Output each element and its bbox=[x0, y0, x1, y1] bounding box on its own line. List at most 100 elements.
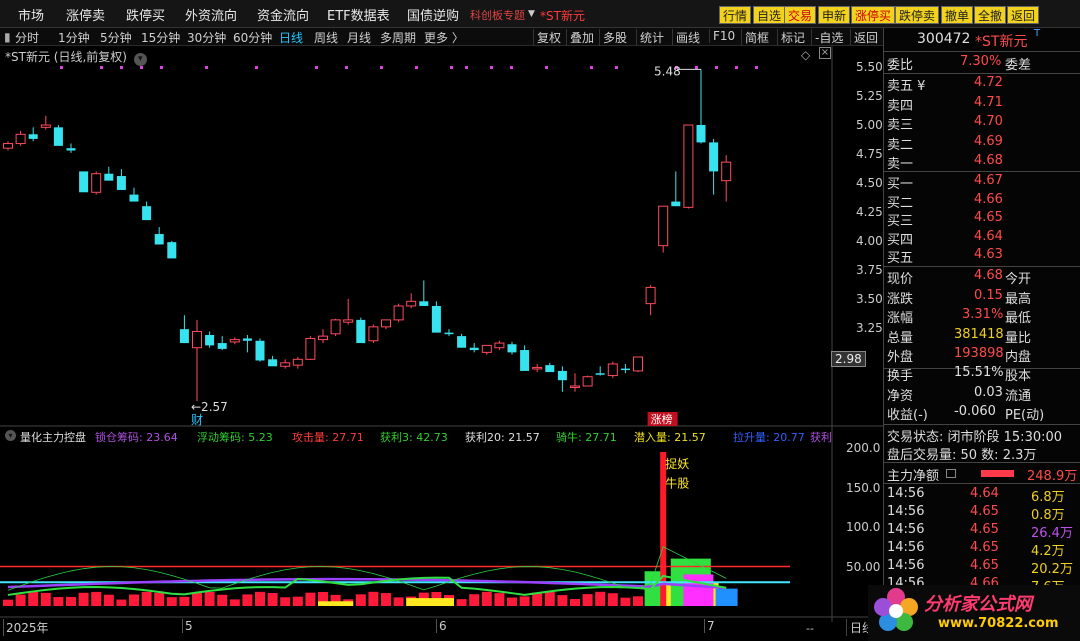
candle-body bbox=[91, 173, 102, 193]
sell-level-price-0[interactable]: 4.72 bbox=[974, 75, 1003, 90]
candle-body bbox=[40, 124, 51, 128]
signal-marker bbox=[315, 66, 318, 69]
quote-label-0: 现价 bbox=[887, 272, 914, 287]
menu-foreign-flow[interactable]: 外资流向 bbox=[185, 5, 237, 24]
ind-bar bbox=[355, 594, 366, 606]
tool-button-9[interactable]: 返回 bbox=[850, 29, 878, 46]
sell-level-price-2[interactable]: 4.70 bbox=[974, 114, 1003, 129]
flow-bar bbox=[981, 470, 1014, 477]
candle-body bbox=[570, 385, 580, 388]
period-tab-9[interactable]: 多周期 bbox=[380, 29, 416, 46]
scroll-left-icon[interactable]: -- bbox=[806, 622, 814, 635]
capture-label: 捉妖 bbox=[665, 456, 689, 471]
quick-button-5[interactable]: 跌停卖 bbox=[895, 6, 940, 24]
candle-body bbox=[469, 347, 479, 351]
price-tick-7: 3.75 bbox=[856, 263, 883, 277]
buy-level-price-2[interactable]: 4.65 bbox=[974, 210, 1003, 225]
chart-area[interactable]: 5.48 ←2.57财 涨榜捉妖牛股 bbox=[0, 46, 883, 640]
menu-capital-flow[interactable]: 资金流向 bbox=[257, 5, 309, 24]
price-tick-0: 5.50 bbox=[856, 60, 883, 74]
dropdown-arrow-icon[interactable]: ▼ bbox=[528, 9, 535, 19]
ind-bar bbox=[229, 599, 240, 606]
quick-button-1[interactable]: 自选 bbox=[753, 6, 786, 24]
quick-button-7[interactable]: 全撤 bbox=[974, 6, 1007, 24]
buy-level-price-3[interactable]: 4.64 bbox=[974, 229, 1003, 244]
period-tab-3[interactable]: 15分钟 bbox=[141, 29, 180, 46]
tool-button-3[interactable]: 统计 bbox=[636, 29, 664, 46]
wb-value: 7.30% bbox=[960, 54, 1002, 69]
indicator-item-6: 潜入量: 21.57 bbox=[634, 431, 706, 444]
quick-button-8[interactable]: 返回 bbox=[1007, 6, 1040, 24]
alert-stock[interactable]: *ST新元 bbox=[540, 7, 585, 24]
tool-button-5[interactable]: F10 bbox=[709, 29, 735, 43]
alert-label[interactable]: 科创板专题 bbox=[470, 7, 525, 23]
period-tab-7[interactable]: 周线 bbox=[314, 29, 338, 46]
period-tab-8[interactable]: 月线 bbox=[347, 29, 371, 46]
stock-code: 300472 bbox=[917, 31, 971, 47]
sell-level-price-4[interactable]: 4.68 bbox=[974, 153, 1003, 168]
candle-body bbox=[494, 342, 505, 349]
ind-magenta-block bbox=[683, 574, 714, 606]
quick-button-2[interactable]: 交易 bbox=[784, 6, 817, 24]
ind-bar bbox=[28, 591, 39, 606]
menu-limit-down-buy[interactable]: 跌停买 bbox=[126, 5, 165, 24]
period-tab-2[interactable]: 5分钟 bbox=[100, 29, 132, 46]
divider bbox=[884, 171, 1080, 172]
candle-body bbox=[15, 133, 26, 145]
tool-button-1[interactable]: 叠加 bbox=[566, 29, 594, 46]
period-tab-1[interactable]: 1分钟 bbox=[58, 29, 90, 46]
tool-button-4[interactable]: 画线 bbox=[672, 29, 700, 46]
period-tab-10[interactable]: 更多 〉 bbox=[424, 29, 464, 46]
sell-level-price-3[interactable]: 4.69 bbox=[974, 134, 1003, 149]
menu-reverse-repo[interactable]: 国债逆购 bbox=[407, 5, 459, 24]
candle-body bbox=[557, 370, 567, 381]
indicator-toggle-icon[interactable]: ▾ bbox=[5, 428, 16, 441]
buy-level-price-4[interactable]: 4.63 bbox=[974, 247, 1003, 262]
quick-button-6[interactable]: 撤单 bbox=[941, 6, 974, 24]
candle-body bbox=[419, 301, 429, 306]
ind-bar bbox=[267, 592, 278, 606]
candle-body bbox=[444, 332, 454, 335]
signal-marker bbox=[510, 66, 513, 69]
tool-button-6[interactable]: 简框 bbox=[741, 29, 769, 46]
ind-tick-0: 200.0 bbox=[846, 441, 881, 455]
grid-icon[interactable]: ▮ bbox=[4, 30, 11, 44]
indicator-item-2: 攻击量: 27.71 bbox=[292, 431, 364, 444]
menu-limit-up-sell[interactable]: 涨停卖 bbox=[66, 5, 105, 24]
tool-button-7[interactable]: 标记 bbox=[777, 29, 805, 46]
price-tick-4: 4.50 bbox=[856, 176, 883, 190]
signal-marker bbox=[615, 66, 618, 69]
tool-button-8[interactable]: -自选 bbox=[811, 29, 843, 46]
list-icon[interactable] bbox=[946, 469, 956, 478]
finance-label: 财 bbox=[191, 413, 203, 427]
tick-time-3: 14:56 bbox=[887, 540, 925, 555]
menu-market[interactable]: 市场 bbox=[18, 5, 44, 24]
quick-button-4[interactable]: 涨停买 bbox=[851, 6, 896, 24]
candle-body bbox=[520, 350, 530, 371]
candle-body bbox=[507, 344, 517, 353]
candle-body bbox=[129, 194, 139, 202]
quick-button-3[interactable]: 申新 bbox=[818, 6, 851, 24]
candle-body bbox=[633, 356, 643, 372]
candle-body bbox=[481, 344, 492, 353]
candle-body bbox=[545, 365, 555, 373]
quote-value-2: 3.31% bbox=[962, 307, 1004, 322]
sell-level-price-1[interactable]: 4.71 bbox=[974, 95, 1003, 110]
quick-button-0[interactable]: 行情 bbox=[719, 6, 752, 24]
buy-level-price-0[interactable]: 4.67 bbox=[974, 173, 1003, 188]
period-tab-5[interactable]: 60分钟 bbox=[233, 29, 272, 46]
ind-bar bbox=[519, 596, 530, 606]
signal-marker bbox=[450, 66, 453, 69]
candle-body bbox=[582, 376, 593, 387]
buy-level-price-1[interactable]: 4.66 bbox=[974, 192, 1003, 207]
period-tab-4[interactable]: 30分钟 bbox=[187, 29, 226, 46]
period-tab-0[interactable]: 分时 bbox=[15, 29, 39, 46]
tool-button-0[interactable]: 复权 bbox=[533, 29, 561, 46]
period-tab-6[interactable]: 日线 bbox=[279, 29, 303, 46]
signal-marker bbox=[590, 66, 593, 69]
indicator-name[interactable]: 量化主力控盘 bbox=[20, 429, 86, 445]
menu-etf-data[interactable]: ETF数据表 bbox=[327, 5, 390, 24]
tool-button-2[interactable]: 多股 bbox=[599, 29, 627, 46]
candle-body bbox=[116, 176, 126, 190]
date-tick-1: 5 bbox=[182, 619, 193, 633]
